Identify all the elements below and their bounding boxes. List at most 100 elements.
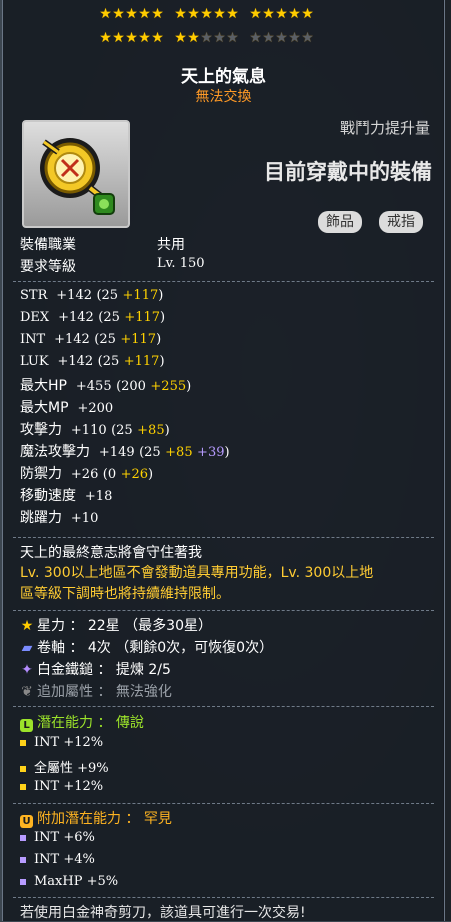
divider <box>13 706 434 708</box>
bullet-icon <box>20 765 26 772</box>
stat-close: ) <box>224 445 230 460</box>
stat-close: ) <box>164 423 170 438</box>
category-tag-accessory: 飾品 <box>318 211 362 233</box>
stat-close: ) <box>156 332 162 347</box>
description-warning-1: Lv. 300以上地區不會發動道具專用功能，Lv. 300以上地 <box>20 565 374 581</box>
star-filled-icon: ★ <box>138 6 151 22</box>
item-tooltip: ★ ★ ★ ★ ★ ★ ★ ★ ★ ★ ★ ★ ★ ★ ★ ★ ★ ★ ★ ★ ★ ★ ★ ★ ★ ★ ★ ★ ★ ★ 天上的氣息 無法… <box>2 0 445 921</box>
stat-name: 移動速度 <box>20 488 76 504</box>
stat-base: (25 <box>139 445 161 460</box>
starforce-info: ★ 星力 ： 22星 （最多30星） <box>20 618 212 634</box>
star-filled-icon: ★ <box>301 6 314 22</box>
scroll-info: ▰ 卷軸 ： 4次 （剩餘0次，可恢復0次） <box>21 640 274 656</box>
stat-row: INT +142 (25 +117) <box>20 331 161 347</box>
star-filled-icon: ★ <box>151 6 164 22</box>
star-filled-icon: ★ <box>288 6 301 22</box>
star-empty-icon: ★ <box>275 30 288 46</box>
description-warning-2: 區等級下調時也將持續維持限制。 <box>20 586 230 602</box>
potential-line: MaxHP +5% <box>20 874 118 889</box>
potential-text: 全屬性 +9% <box>34 761 109 776</box>
star-filled-icon: ★ <box>187 30 200 46</box>
stat-name: 跳躍力 <box>20 510 62 526</box>
stat-total: +142 <box>56 288 92 303</box>
star-filled-icon: ★ <box>213 6 226 22</box>
stat-total: +10 <box>70 511 99 526</box>
equipped-label: 目前穿戴中的裝備 <box>264 160 432 184</box>
level-row: 要求等級 Lv. 150 <box>20 256 205 276</box>
stat-total: +455 <box>75 379 112 394</box>
starforce-row-1: ★ ★ ★ ★ ★ ★ ★ ★ ★ ★ ★ ★ ★ ★ ★ <box>99 7 314 23</box>
star-icon: ★ <box>20 618 34 634</box>
stat-base: (200 <box>116 379 146 394</box>
divider <box>13 897 434 899</box>
star-empty-icon: ★ <box>288 30 301 46</box>
stat-name: 攻擊力 <box>20 422 62 438</box>
stat-close: ) <box>160 310 166 325</box>
stat-row: 最大HP +455 (200 +255) <box>20 375 191 395</box>
bullet-icon <box>20 878 26 885</box>
potential-line: 全屬性 +9% <box>20 757 109 776</box>
stat-total: +142 <box>54 332 90 347</box>
level-label: 要求等級 <box>20 259 76 275</box>
stat-row: LUK +142 (25 +117) <box>20 353 165 369</box>
star-filled-icon: ★ <box>174 6 187 22</box>
potential-text: INT +12% <box>34 735 104 750</box>
stat-row: 防禦力 +26 (0 +26) <box>20 463 153 483</box>
star-filled-icon: ★ <box>125 30 138 46</box>
item-icon-frame <box>22 120 130 228</box>
stat-bonus: +85 <box>165 445 193 460</box>
stat-name: 魔法攻擊力 <box>20 444 90 460</box>
stat-total: +149 <box>98 445 135 460</box>
star-filled-icon: ★ <box>112 6 125 22</box>
stat-bonus: +26 <box>120 467 149 482</box>
star-filled-icon: ★ <box>151 30 164 46</box>
divider <box>13 803 434 805</box>
stat-bonus: +117 <box>124 310 161 325</box>
star-empty-icon: ★ <box>226 30 239 46</box>
scroll-icon: ▰ <box>21 640 33 656</box>
item-name: 天上的氣息 <box>181 67 266 87</box>
star-filled-icon: ★ <box>99 30 112 46</box>
stat-name: STR <box>20 288 48 303</box>
bullet-icon <box>20 856 26 863</box>
stat-total: +142 <box>58 310 94 325</box>
stat-base: (25 <box>111 423 133 438</box>
stat-name: LUK <box>20 354 49 369</box>
stat-base: (25 <box>97 354 120 369</box>
hammer-info: ✦ 白金鐵鎚 ： 提煉 2/5 <box>21 662 171 678</box>
stat-total: +18 <box>84 489 113 504</box>
stat-bonus: +117 <box>123 354 160 369</box>
additional-potential-header: U 附加潛在能力 ： 罕見 <box>20 808 172 828</box>
potential-line: INT +12% <box>20 779 103 794</box>
potential-line: INT +12% <box>20 735 103 750</box>
job-value: 共用 <box>157 237 185 253</box>
stat-row: 移動速度 +18 <box>20 485 112 505</box>
description-text: 天上的最終意志將會守住著我 <box>20 545 202 561</box>
stat-name: 最大HP <box>20 378 67 394</box>
star-filled-icon: ★ <box>112 30 125 46</box>
star-empty-icon: ★ <box>200 30 213 46</box>
potential-line: INT +4% <box>20 852 95 867</box>
star-filled-icon: ★ <box>226 6 239 22</box>
hammer-icon: ✦ <box>21 662 33 678</box>
stat-base: (0 <box>102 467 117 482</box>
stat-row: STR +142 (25 +117) <box>20 287 163 303</box>
stat-base: (25 <box>98 310 120 325</box>
level-value: Lv. 150 <box>157 256 205 271</box>
star-empty-icon: ★ <box>249 30 262 46</box>
star-filled-icon: ★ <box>249 6 262 22</box>
category-tag-ring: 戒指 <box>379 211 423 233</box>
stat-close: ) <box>148 467 154 482</box>
stat-bonus: +117 <box>122 288 159 303</box>
stat-total: +142 <box>57 354 94 369</box>
star-filled-icon: ★ <box>187 6 200 22</box>
bullet-icon <box>20 834 26 841</box>
stat-bonus: +255 <box>150 379 187 394</box>
stat-name: 最大MP <box>20 400 69 416</box>
potential-text: INT +12% <box>34 779 104 794</box>
star-filled-icon: ★ <box>275 6 288 22</box>
ring-icon <box>40 138 115 215</box>
divider <box>13 281 434 283</box>
potential-text: INT +4% <box>34 852 95 867</box>
star-empty-icon: ★ <box>301 30 314 46</box>
